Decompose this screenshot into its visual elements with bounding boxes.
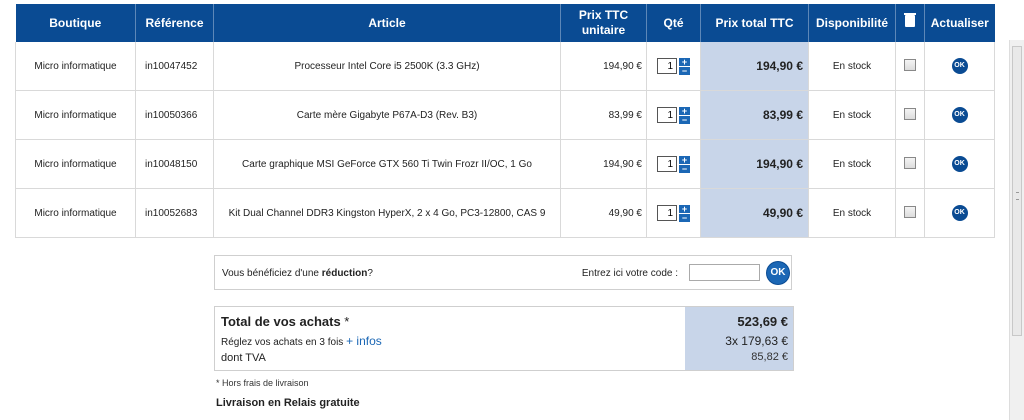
- cell-delete: [895, 188, 925, 238]
- quantity-input[interactable]: [657, 107, 677, 123]
- qty-plus-button[interactable]: +: [679, 106, 690, 115]
- table-row: Micro informatique in10048150 Carte grap…: [15, 139, 995, 189]
- cell-delete: [895, 139, 925, 189]
- infos-link[interactable]: + infos: [346, 334, 382, 348]
- promo-code-input[interactable]: [689, 264, 760, 281]
- cell-dispo: En stock: [808, 42, 896, 91]
- qty-plus-button[interactable]: +: [679, 204, 690, 213]
- total-amount: 523,69 €: [737, 314, 788, 329]
- scrollbar-thumb[interactable]: [1012, 46, 1022, 336]
- cell-article[interactable]: Carte graphique MSI GeForce GTX 560 Ti T…: [213, 139, 561, 189]
- qty-minus-button[interactable]: −: [679, 164, 690, 173]
- cell-dispo: En stock: [808, 139, 896, 189]
- cell-article[interactable]: Carte mère Gigabyte P67A-D3 (Rev. B3): [213, 90, 561, 140]
- shipping-note: * Hors frais de livraison: [216, 378, 309, 388]
- installments-text: Réglez vos achats en 3 fois: [221, 337, 347, 348]
- tva-label: dont TVA: [221, 352, 266, 364]
- cell-reference: in10050366: [135, 90, 214, 140]
- header-prix-unitaire: Prix TTC unitaire: [560, 4, 647, 42]
- update-ok-button[interactable]: OK: [951, 107, 968, 123]
- header-qte: Qté: [646, 4, 701, 42]
- promo-code-box: Vous bénéficiez d'une réduction? Entrez …: [214, 255, 792, 290]
- header-trash: [895, 4, 925, 42]
- delete-checkbox[interactable]: [904, 58, 916, 71]
- update-ok-button[interactable]: OK: [951, 205, 968, 221]
- cell-boutique: Micro informatique: [15, 90, 136, 140]
- totals-asterisk: *: [340, 314, 350, 329]
- totals-title: Total de vos achats *: [221, 314, 349, 329]
- cell-prix: 194,90 €: [560, 42, 647, 91]
- installments-amount: 3x 179,63 €: [725, 334, 788, 348]
- cell-update: OK: [924, 90, 995, 140]
- cell-total: 49,90 €: [700, 188, 809, 238]
- cell-reference: in10048150: [135, 139, 214, 189]
- page-scrollbar[interactable]: [1009, 40, 1024, 420]
- totals-box: Total de vos achats * Réglez vos achats …: [214, 306, 794, 371]
- cell-qty: +−: [646, 139, 701, 189]
- totals-labels: Total de vos achats * Réglez vos achats …: [215, 307, 685, 370]
- cell-boutique: Micro informatique: [15, 42, 136, 91]
- table-header-row: Boutique Référence Article Prix TTC unit…: [15, 4, 995, 42]
- trash-icon: [904, 13, 916, 27]
- quantity-input[interactable]: [657, 58, 677, 74]
- promo-text-pre: Vous bénéficiez d'une: [222, 268, 322, 279]
- qty-plus-button[interactable]: +: [679, 155, 690, 164]
- table-row: Micro informatique in10047452 Processeur…: [15, 42, 995, 91]
- header-prix-total: Prix total TTC: [700, 4, 809, 42]
- cell-delete: [895, 90, 925, 140]
- qty-minus-button[interactable]: −: [679, 115, 690, 124]
- cell-total: 83,99 €: [700, 90, 809, 140]
- qty-plus-button[interactable]: +: [679, 57, 690, 66]
- delete-checkbox[interactable]: [904, 205, 916, 218]
- delete-checkbox[interactable]: [904, 107, 916, 120]
- header-actualiser: Actualiser: [924, 4, 995, 42]
- promo-text: Vous bénéficiez d'une réduction?: [222, 268, 373, 279]
- delete-checkbox[interactable]: [904, 156, 916, 169]
- cell-article[interactable]: Processeur Intel Core i5 2500K (3.3 GHz): [213, 42, 561, 91]
- promo-ok-button[interactable]: OK: [767, 262, 789, 284]
- table-row: Micro informatique in10050366 Carte mère…: [15, 90, 995, 140]
- qty-minus-button[interactable]: −: [679, 66, 690, 75]
- cell-qty: +−: [646, 42, 701, 91]
- cell-dispo: En stock: [808, 188, 896, 238]
- header-disponibilite: Disponibilité: [808, 4, 896, 42]
- cell-article[interactable]: Kit Dual Channel DDR3 Kingston HyperX, 2…: [213, 188, 561, 238]
- promo-text-bold: réduction: [321, 268, 368, 279]
- scrollbar-grip-icon: [1016, 192, 1019, 200]
- update-ok-button[interactable]: OK: [951, 156, 968, 172]
- promo-code-label: Entrez ici votre code :: [581, 268, 678, 279]
- cell-update: OK: [924, 42, 995, 91]
- cell-prix: 194,90 €: [560, 139, 647, 189]
- cell-qty: +−: [646, 90, 701, 140]
- header-article: Article: [213, 4, 561, 42]
- quantity-input[interactable]: [657, 156, 677, 172]
- tva-amount: 85,82 €: [751, 351, 788, 363]
- cell-prix: 83,99 €: [560, 90, 647, 140]
- header-boutique: Boutique: [15, 4, 136, 42]
- update-ok-button[interactable]: OK: [951, 58, 968, 74]
- totals-values: 523,69 € 3x 179,63 € 85,82 €: [685, 307, 793, 370]
- cart-table: Boutique Référence Article Prix TTC unit…: [15, 4, 995, 238]
- cell-update: OK: [924, 139, 995, 189]
- cell-prix: 49,90 €: [560, 188, 647, 238]
- quantity-input[interactable]: [657, 205, 677, 221]
- qty-minus-button[interactable]: −: [679, 213, 690, 222]
- cell-qty: +−: [646, 188, 701, 238]
- totals-title-text: Total de vos achats: [221, 314, 341, 329]
- cell-total: 194,90 €: [700, 139, 809, 189]
- cell-total: 194,90 €: [700, 42, 809, 91]
- cell-reference: in10047452: [135, 42, 214, 91]
- cell-dispo: En stock: [808, 90, 896, 140]
- cell-delete: [895, 42, 925, 91]
- cell-update: OK: [924, 188, 995, 238]
- promo-text-post: ?: [367, 268, 373, 279]
- cell-boutique: Micro informatique: [15, 188, 136, 238]
- header-reference: Référence: [135, 4, 214, 42]
- cell-reference: in10052683: [135, 188, 214, 238]
- livraison-text: Livraison en Relais gratuite: [216, 397, 360, 409]
- installments-line: Réglez vos achats en 3 fois + infos: [221, 334, 382, 348]
- cell-boutique: Micro informatique: [15, 139, 136, 189]
- table-row: Micro informatique in10052683 Kit Dual C…: [15, 188, 995, 238]
